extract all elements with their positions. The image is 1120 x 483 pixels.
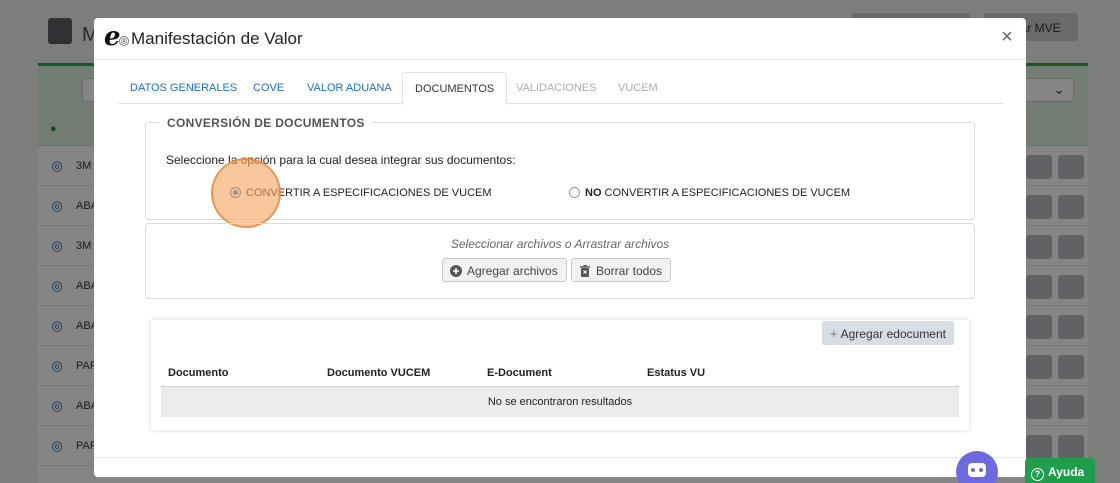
- brand-logo: e: [104, 22, 121, 52]
- drop-zone-hint: Seleccionar archivos o Arrastrar archivo…: [450, 237, 670, 251]
- add-files-button[interactable]: Agregar archivos: [442, 258, 567, 282]
- radio-convert-label: CONVERTIR A ESPECIFICACIONES DE VUCEM: [246, 187, 492, 199]
- manifestacion-modal: e ® Manifestación de Valor × DATOS GENER…: [94, 18, 1026, 477]
- help-label: Ayuda: [1048, 465, 1085, 479]
- conversion-fieldset: CONVERSIÓN DE DOCUMENTOS Seleccione la o…: [145, 116, 975, 220]
- radio-no-convert-option[interactable]: NO CONVERTIR A ESPECIFICACIONES DE VUCEM: [569, 187, 850, 199]
- tab-datos-generales[interactable]: DATOS GENERALES: [118, 72, 249, 104]
- plus-icon: +: [830, 326, 838, 341]
- empty-results-row: No se encontraron resultados: [161, 387, 959, 417]
- help-button[interactable]: ? Ayuda: [1025, 458, 1095, 483]
- registered-mark-icon: ®: [119, 36, 129, 46]
- conversion-legend: CONVERSIÓN DE DOCUMENTOS: [160, 116, 372, 130]
- radio-no-convert[interactable]: [569, 187, 580, 198]
- conversion-prompt: Seleccione la opción para la cual desea …: [166, 153, 516, 167]
- column-header-documento-vucem[interactable]: Documento VUCEM: [327, 367, 430, 379]
- add-files-label: Agregar archivos: [467, 264, 558, 278]
- clear-all-label: Borrar todos: [596, 264, 663, 278]
- tab-valor-aduana[interactable]: VALOR ADUANA: [295, 72, 404, 104]
- plus-circle-icon: [450, 265, 462, 277]
- close-icon[interactable]: ×: [996, 27, 1018, 49]
- tab-vucem: VUCEM: [618, 82, 658, 94]
- column-header-estatus-vu[interactable]: Estatus VU: [647, 367, 705, 379]
- tab-bar: DATOS GENERALES COVE VALOR ADUANA DOCUME…: [118, 72, 1003, 105]
- radio-no-convert-label: CONVERTIR A ESPECIFICACIONES DE VUCEM: [601, 187, 851, 199]
- trash-icon: [580, 265, 590, 277]
- tab-documentos[interactable]: DOCUMENTOS: [402, 72, 508, 105]
- question-icon: ?: [1031, 468, 1044, 481]
- tab-validaciones: VALIDACIONES: [516, 82, 597, 94]
- modal-footer-divider: [94, 457, 1026, 458]
- tab-cove[interactable]: COVE: [241, 72, 296, 104]
- column-header-documento[interactable]: Documento: [168, 367, 229, 379]
- column-header-e-document[interactable]: E-Document: [487, 367, 552, 379]
- robot-icon: [968, 463, 986, 477]
- file-drop-zone[interactable]: Seleccionar archivos o Arrastrar archivo…: [145, 223, 975, 299]
- clear-all-button[interactable]: Borrar todos: [571, 258, 672, 282]
- modal-header: e ® Manifestación de Valor ×: [94, 18, 1026, 60]
- radio-convert-option[interactable]: CONVERTIR A ESPECIFICACIONES DE VUCEM: [230, 187, 492, 199]
- radio-convert[interactable]: [230, 187, 241, 198]
- modal-title: Manifestación de Valor: [131, 29, 303, 48]
- add-edocument-button[interactable]: + Agregar edocument: [822, 321, 954, 345]
- edocument-table-card: + Agregar edocument Documento Documento V…: [151, 320, 969, 430]
- add-edocument-label: Agregar edocument: [840, 327, 946, 341]
- radio-no-emphasis: NO: [585, 187, 602, 199]
